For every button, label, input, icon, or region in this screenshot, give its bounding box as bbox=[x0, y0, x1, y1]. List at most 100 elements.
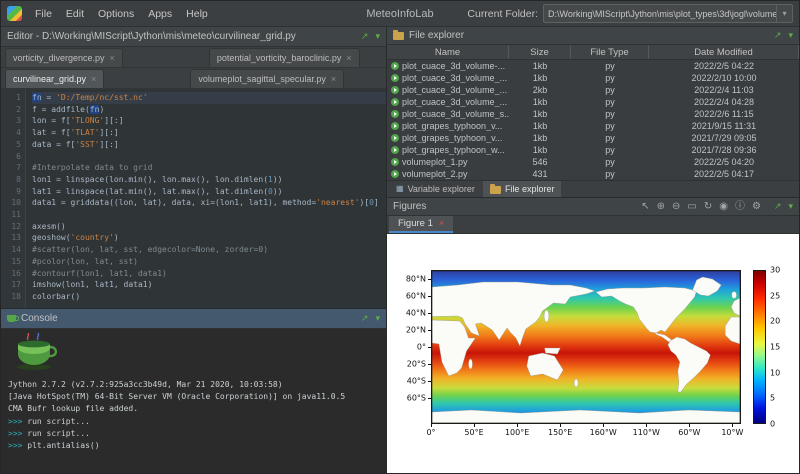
file-size: 431 bbox=[509, 169, 571, 179]
x-tick-label: 0° bbox=[426, 428, 435, 437]
file-date: 2022/2/4 04:28 bbox=[649, 97, 799, 107]
file-name: plot_cuace_3d_volume_... bbox=[402, 73, 507, 83]
column-header-file-type[interactable]: File Type bbox=[571, 45, 649, 59]
close-tab-icon[interactable]: × bbox=[110, 54, 115, 63]
figures-toolbar: ↖ ⊕ ⊖ ▭ ↻ ◉ ⓘ ⚙ bbox=[641, 202, 761, 212]
code-line: colorbar() bbox=[32, 291, 386, 303]
current-folder-label: Current Folder: bbox=[467, 8, 538, 20]
menu-edit[interactable]: Edit bbox=[59, 5, 91, 23]
code-line: #pcolor(lon, lat, sst) bbox=[32, 256, 386, 268]
zoom-rect-icon[interactable]: ▭ bbox=[687, 202, 696, 212]
zoom-in-icon[interactable]: ⊕ bbox=[657, 202, 665, 212]
code-token: ][:] bbox=[99, 128, 118, 137]
file-table-header: NameSizeFile TypeDate Modified bbox=[387, 45, 799, 60]
colorbar-tick-label: 25 bbox=[770, 291, 780, 300]
file-name-cell: plot_cuace_3d_volume_s... bbox=[387, 109, 509, 119]
table-row[interactable]: volumeplot_2.py431py2022/2/5 04:17 bbox=[387, 168, 799, 180]
table-row[interactable]: plot_cuace_3d_volume-...1kbpy2022/2/5 04… bbox=[387, 60, 799, 72]
float-icon[interactable]: ↗ bbox=[361, 32, 369, 41]
menu-help[interactable]: Help bbox=[179, 5, 215, 23]
code-token: )[ bbox=[360, 198, 370, 207]
table-row[interactable]: plot_grapes_typhoon_v...1kbpy2021/7/29 0… bbox=[387, 132, 799, 144]
code-line: lat = f['TLAT'][:] bbox=[32, 127, 386, 139]
figures-header: Figures ↖⊕⊖▭↻◉ⓘ⚙ ↗▾ bbox=[387, 198, 799, 216]
minimize-icon[interactable]: ▾ bbox=[375, 314, 380, 323]
close-tab-icon[interactable]: × bbox=[331, 75, 336, 84]
minimize-icon[interactable]: ▾ bbox=[788, 31, 793, 40]
float-icon[interactable]: ↗ bbox=[774, 31, 782, 40]
table-row[interactable]: plot_cuace_3d_volume_...2kbpy2022/2/4 11… bbox=[387, 84, 799, 96]
line-number: 8 bbox=[1, 174, 21, 186]
editor-title: Editor - D:\Working\MIScript\Jython\mis\… bbox=[7, 31, 296, 42]
y-tick bbox=[428, 381, 431, 382]
file-date: 2022/2/5 04:20 bbox=[649, 157, 799, 167]
info-icon[interactable]: ⓘ bbox=[735, 202, 745, 212]
close-tab-icon[interactable]: × bbox=[91, 75, 96, 84]
table-row[interactable]: plot_cuace_3d_volume_s...1kbpy2022/2/6 1… bbox=[387, 108, 799, 120]
code-line bbox=[32, 151, 386, 163]
zoom-out-icon[interactable]: ⊖ bbox=[672, 202, 680, 212]
figure-canvas[interactable]: 80°N60°N40°N20°N0°20°S40°S60°S0°50°E100°… bbox=[387, 234, 799, 473]
x-tick bbox=[689, 424, 690, 427]
x-tick bbox=[431, 424, 432, 427]
tab-label: volumeplot_sagittal_specular.py bbox=[198, 74, 326, 84]
colorbar-tick-label: 15 bbox=[770, 343, 780, 352]
editor-tab[interactable]: potential_vorticity_baroclinic.py× bbox=[209, 48, 360, 67]
menu-options[interactable]: Options bbox=[91, 5, 141, 23]
file-name-cell: volumeplot_2.py bbox=[387, 169, 509, 179]
file-size: 1kb bbox=[509, 121, 571, 131]
code-token: 'TLONG' bbox=[71, 116, 105, 125]
tab-figure-1[interactable]: Figure 1 × bbox=[389, 216, 453, 233]
file-size: 2kb bbox=[509, 85, 571, 95]
float-icon[interactable]: ↗ bbox=[361, 314, 369, 323]
table-row[interactable]: volumeplot_1.py546py2022/2/5 04:20 bbox=[387, 156, 799, 168]
sst-map-plot[interactable] bbox=[431, 270, 741, 424]
table-row[interactable]: plot_cuace_3d_volume_...1kbpy2022/2/10 1… bbox=[387, 72, 799, 84]
console-header-icons: ↗▾ bbox=[361, 314, 380, 323]
table-row[interactable]: plot_grapes_typhoon_w...1kbpy2021/7/28 0… bbox=[387, 144, 799, 156]
settings-icon[interactable]: ⚙ bbox=[752, 202, 761, 212]
editor-panel-header: Editor - D:\Working\MIScript\Jython\mis\… bbox=[1, 27, 386, 47]
console-token: [Java HotSpot(TM) 64-Bit Server VM (Orac… bbox=[8, 392, 345, 401]
console-line: >>> plt.antialias() bbox=[8, 440, 379, 452]
minimize-icon[interactable]: ▾ bbox=[375, 32, 380, 41]
globe-icon[interactable]: ◉ bbox=[719, 202, 728, 212]
table-row[interactable]: plot_cuace_3d_volume_...1kbpy2022/2/4 04… bbox=[387, 96, 799, 108]
minimize-icon[interactable]: ▾ bbox=[788, 202, 793, 211]
tab-variable-explorer[interactable]: ▦Variable explorer bbox=[389, 181, 482, 197]
line-number: 17 bbox=[1, 279, 21, 291]
console-input-area[interactable]: Jython 2.7.2 (v2.7.2:925a3cc3b49d, Mar 2… bbox=[1, 329, 386, 473]
column-header-date-modified[interactable]: Date Modified bbox=[649, 45, 799, 59]
file-name-cell: volumeplot_1.py bbox=[387, 157, 509, 167]
table-row[interactable]: plot_grapes_typhoon_v...1kbpy2021/9/15 1… bbox=[387, 120, 799, 132]
current-folder-combobox[interactable]: D:\Working\MIScript\Jython\mis\plot_type… bbox=[543, 4, 793, 23]
editor-tab[interactable]: volumeplot_sagittal_specular.py × bbox=[190, 69, 344, 88]
column-header-size[interactable]: Size bbox=[509, 45, 571, 59]
console-token: >>> bbox=[8, 441, 27, 450]
file-size: 1kb bbox=[509, 133, 571, 143]
code-line: #Interpolate data to grid bbox=[32, 162, 386, 174]
figure-tabbar: Figure 1 × bbox=[387, 216, 799, 234]
close-figure-icon[interactable]: × bbox=[439, 219, 444, 228]
column-header-name[interactable]: Name bbox=[387, 45, 509, 59]
code-token: lon = f[ bbox=[32, 116, 71, 125]
code-line: lon1 = linspace(lon.min(), lon.max(), lo… bbox=[32, 174, 386, 186]
file-size: 546 bbox=[509, 157, 571, 167]
menu-file[interactable]: File bbox=[28, 5, 59, 23]
cursor-icon[interactable]: ↖ bbox=[641, 202, 649, 212]
float-icon[interactable]: ↗ bbox=[774, 202, 782, 211]
close-tab-icon[interactable]: × bbox=[346, 54, 351, 63]
console-token: CMA Bufr lookup file added. bbox=[8, 404, 138, 413]
editor-tab[interactable]: vorticity_divergence.py× bbox=[5, 48, 123, 67]
console-panel: Console ↗▾ Jython 2.7.2 (v2.7.2:925a3cc3… bbox=[1, 309, 386, 473]
tab-file-explorer[interactable]: File explorer bbox=[483, 181, 562, 197]
console-line: >>> run script... bbox=[8, 416, 379, 428]
editor-tab[interactable]: curvilinear_grid.py× bbox=[5, 69, 104, 88]
file-explorer-header: File explorer ↗▾ bbox=[387, 27, 799, 45]
code-editor[interactable]: 123456789101112131415161718 fn = 'D:/Tem… bbox=[1, 89, 386, 308]
console-token: >>> bbox=[8, 429, 27, 438]
chevron-down-icon[interactable]: ▾ bbox=[776, 5, 792, 22]
folder-icon bbox=[393, 32, 404, 40]
rotate-icon[interactable]: ↻ bbox=[704, 202, 712, 212]
menu-apps[interactable]: Apps bbox=[141, 5, 179, 23]
